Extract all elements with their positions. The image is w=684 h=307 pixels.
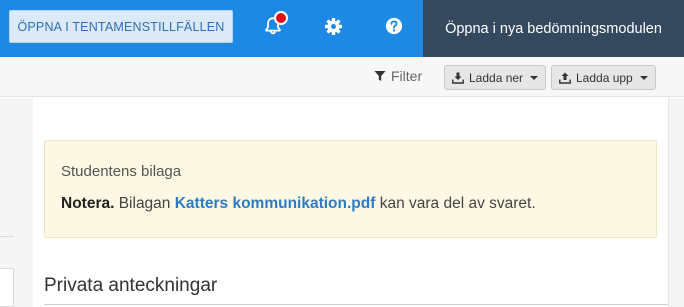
notice-note-label: Notera. — [61, 195, 115, 212]
download-icon — [452, 72, 464, 84]
left-panel-box — [0, 268, 14, 307]
help-icon — [385, 17, 403, 35]
upload-label: Ladda upp — [576, 70, 633, 85]
notice-text-after: kan vara del av svaret. — [375, 195, 536, 212]
private-notes-title: Privata anteckningar — [44, 275, 218, 296]
upload-icon — [559, 72, 571, 84]
notice-text-before: Bilagan — [114, 195, 175, 212]
download-button[interactable]: Ladda ner — [444, 65, 547, 90]
right-panel — [668, 98, 684, 307]
notification-badge — [274, 11, 288, 25]
help-button[interactable] — [382, 14, 406, 38]
open-in-new-grading-module-button[interactable]: Öppna i nya bedömningsmodulen — [423, 0, 684, 57]
settings-button[interactable] — [321, 14, 345, 38]
notice-body: Notera. Bilagan Katters kommunikation.pd… — [61, 195, 536, 213]
left-panel-divider — [0, 236, 14, 237]
top-bar: ÖPPNA I TENTAMENSTILLFÄLLEN Öppna i nya — [0, 0, 684, 57]
download-label: Ladda ner — [469, 70, 524, 85]
attachment-notice: Studentens bilaga Notera. Bilagan Katter… — [44, 140, 657, 238]
notice-title: Studentens bilaga — [61, 163, 182, 180]
filter-button[interactable]: Filter — [374, 68, 422, 84]
toolbar: Filter Ladda ner Ladda upp — [0, 57, 684, 97]
gear-icon — [324, 17, 342, 35]
chevron-down-icon — [639, 75, 648, 80]
upload-button[interactable]: Ladda upp — [551, 65, 656, 90]
attachment-link[interactable]: Katters kommunikation.pdf — [175, 195, 376, 212]
filter-icon — [374, 71, 386, 81]
filter-label: Filter — [391, 68, 423, 84]
private-notes-divider — [44, 304, 668, 305]
chevron-down-icon — [530, 75, 539, 80]
open-in-exam-occasions-button[interactable]: ÖPPNA I TENTAMENSTILLFÄLLEN — [9, 10, 233, 43]
notifications-button[interactable] — [261, 11, 288, 38]
